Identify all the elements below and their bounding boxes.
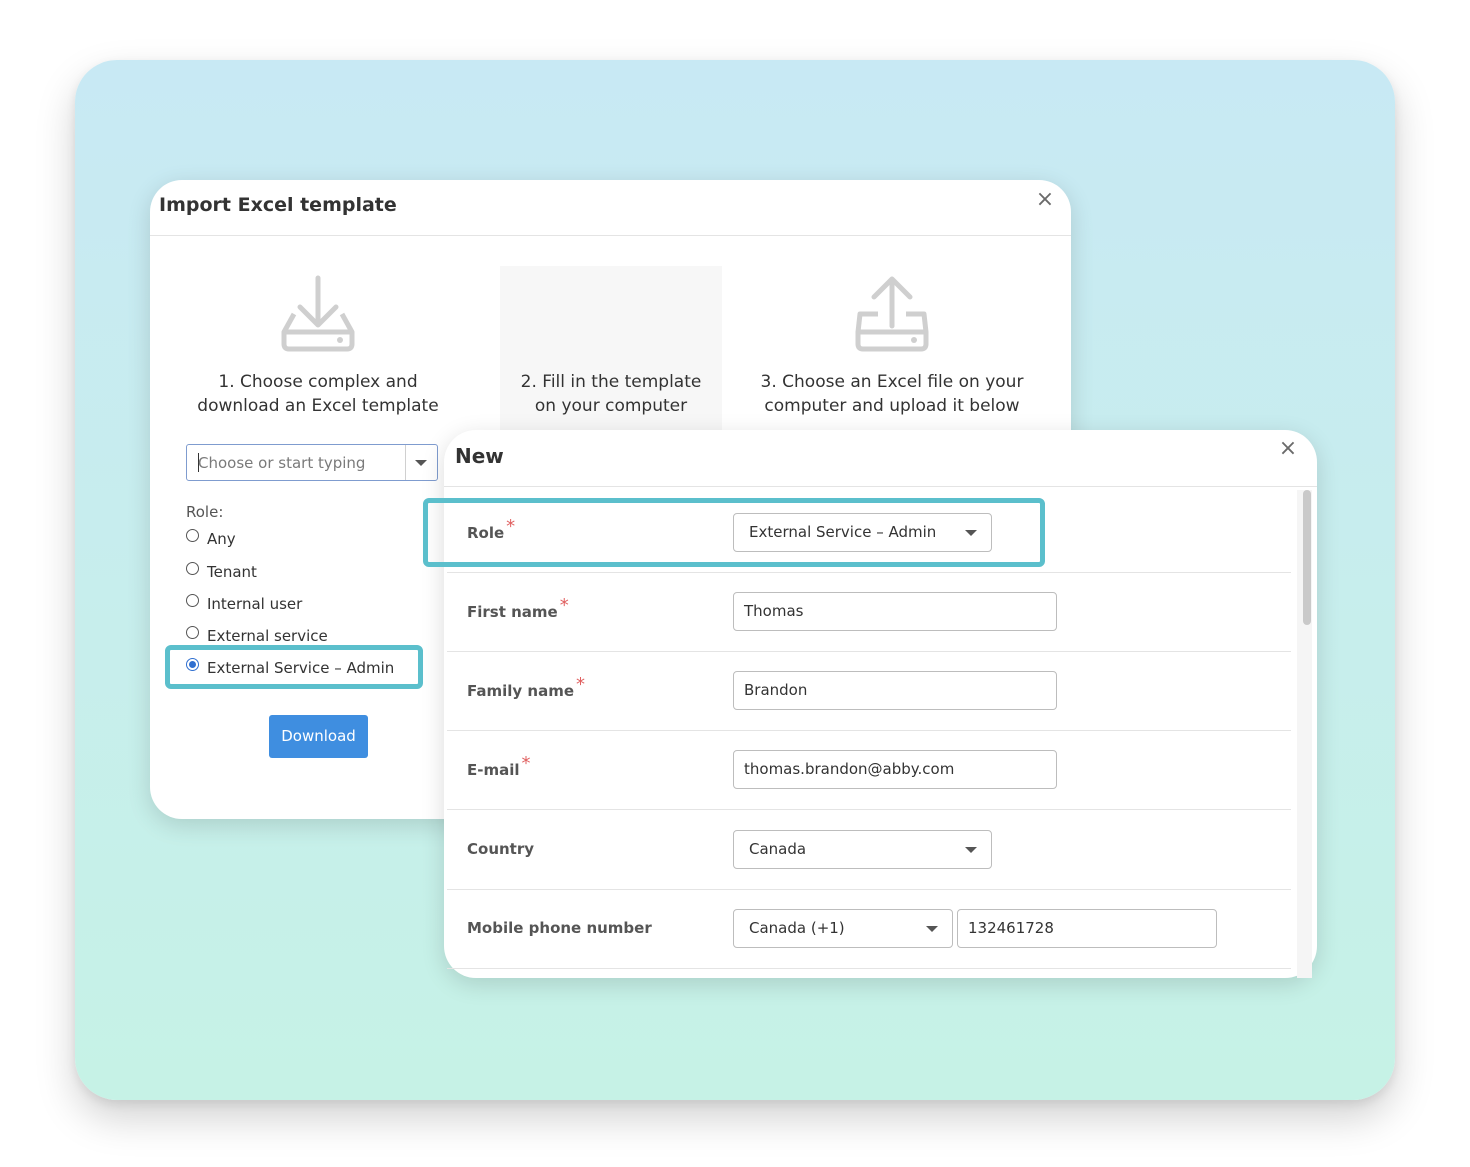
step-1-line-1: 1. Choose complex and (218, 372, 418, 392)
email-label-text: E-mail (467, 761, 520, 779)
complex-combobox-placeholder: Choose or start typing (198, 454, 366, 472)
role-radio-label: Any (207, 530, 236, 548)
complex-combobox-toggle[interactable] (405, 445, 437, 480)
phone-country-code-select[interactable]: Canada (+1) (733, 909, 953, 948)
step-3-line-2: computer and upload it below (764, 396, 1020, 416)
country-field-label: Country (467, 840, 535, 858)
import-dialog-divider (150, 235, 1071, 236)
email-input[interactable]: thomas.brandon@abby.com (733, 750, 1057, 789)
family-name-label-text: Family name (467, 682, 575, 700)
form-row-country: Country Canada (447, 810, 1291, 890)
country-select-value: Canada (749, 840, 807, 858)
radio-button[interactable] (186, 626, 199, 639)
radio-button[interactable] (186, 562, 199, 575)
upload-tray-icon (855, 276, 929, 352)
radio-button[interactable] (186, 594, 199, 607)
form-row-family-name: Family name * Brandon (447, 651, 1291, 731)
phone-country-code-value: Canada (+1) (749, 919, 845, 937)
phone-number-input[interactable]: 132461728 (957, 909, 1217, 948)
first-name-input[interactable]: Thomas (733, 592, 1057, 631)
complex-combobox[interactable]: Choose or start typing (186, 444, 438, 481)
step-1-line-2: download an Excel template (197, 396, 439, 416)
import-dialog-title: Import Excel template (159, 194, 397, 216)
role-field-highlight (423, 498, 1045, 567)
role-label: Role: (186, 503, 224, 521)
download-tray-icon (281, 275, 355, 352)
step-2-line-1: 2. Fill in the template (520, 372, 702, 392)
step-3-line-1: 3. Choose an Excel file on your (760, 372, 1024, 392)
required-marker: * (559, 595, 569, 616)
role-radio-label: Tenant (207, 563, 257, 581)
selected-role-highlight (165, 645, 423, 689)
first-name-field-label: First name * (467, 595, 569, 622)
email-field-label: E-mail * (467, 753, 531, 780)
chevron-down-icon (415, 460, 427, 466)
step-2-text: 2. Fill in the template on your computer (491, 370, 731, 418)
first-name-label-text: First name (467, 603, 558, 621)
download-button[interactable]: Download (269, 715, 368, 758)
role-radio-label: Internal user (207, 595, 303, 613)
required-marker: * (576, 674, 586, 695)
new-dialog-close-icon[interactable]: × (1277, 438, 1299, 460)
role-radio-label: External service (207, 627, 328, 645)
import-dialog-close-icon[interactable]: × (1034, 189, 1056, 211)
family-name-field-label: Family name * (467, 674, 585, 701)
new-dialog-scrollbar-thumb[interactable] (1303, 490, 1311, 625)
step-2-panel (500, 266, 722, 446)
new-dialog-divider (444, 486, 1317, 487)
step-1-text: 1. Choose complex and download an Excel … (170, 370, 466, 418)
form-row-first-name: First name * Thomas (447, 572, 1291, 652)
mobile-phone-field-label: Mobile phone number (467, 919, 652, 937)
chevron-down-icon (965, 847, 977, 853)
radio-button[interactable] (186, 529, 199, 542)
step-2-line-2: on your computer (534, 396, 688, 416)
country-select[interactable]: Canada (733, 830, 992, 869)
form-row-email: E-mail * thomas.brandon@abby.com (447, 730, 1291, 810)
new-dialog-title: New (455, 444, 504, 468)
step-3-text: 3. Choose an Excel file on your computer… (740, 370, 1044, 418)
chevron-down-icon (926, 926, 938, 932)
form-row-mobile-phone: Mobile phone number Canada (+1) 13246172… (447, 889, 1291, 969)
family-name-input[interactable]: Brandon (733, 671, 1057, 710)
required-marker: * (521, 753, 531, 774)
